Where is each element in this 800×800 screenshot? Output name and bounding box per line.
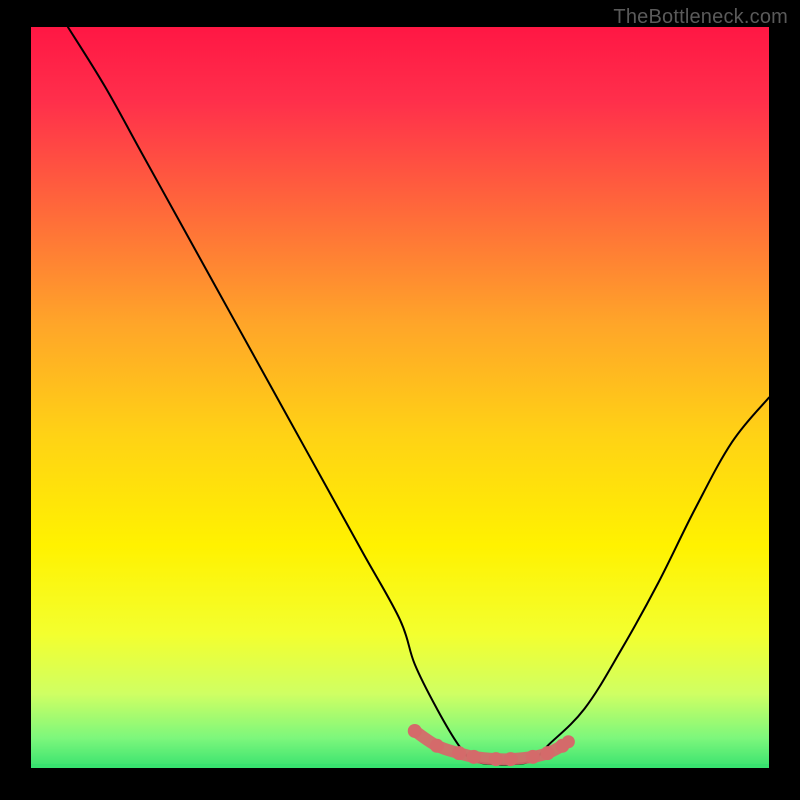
optimal-zone-dot <box>452 746 466 760</box>
optimal-zone-dot <box>467 750 481 764</box>
optimal-zone-dot <box>489 752 503 766</box>
chart-frame: TheBottleneck.com <box>0 0 800 800</box>
optimal-zone-dot <box>430 739 444 753</box>
optimal-zone-end-dot <box>562 735 575 748</box>
bottleneck-chart <box>0 0 800 800</box>
optimal-zone-dot <box>526 750 540 764</box>
optimal-zone-dot <box>541 746 555 760</box>
optimal-zone-dot <box>408 724 422 738</box>
optimal-zone-dot <box>504 752 518 766</box>
